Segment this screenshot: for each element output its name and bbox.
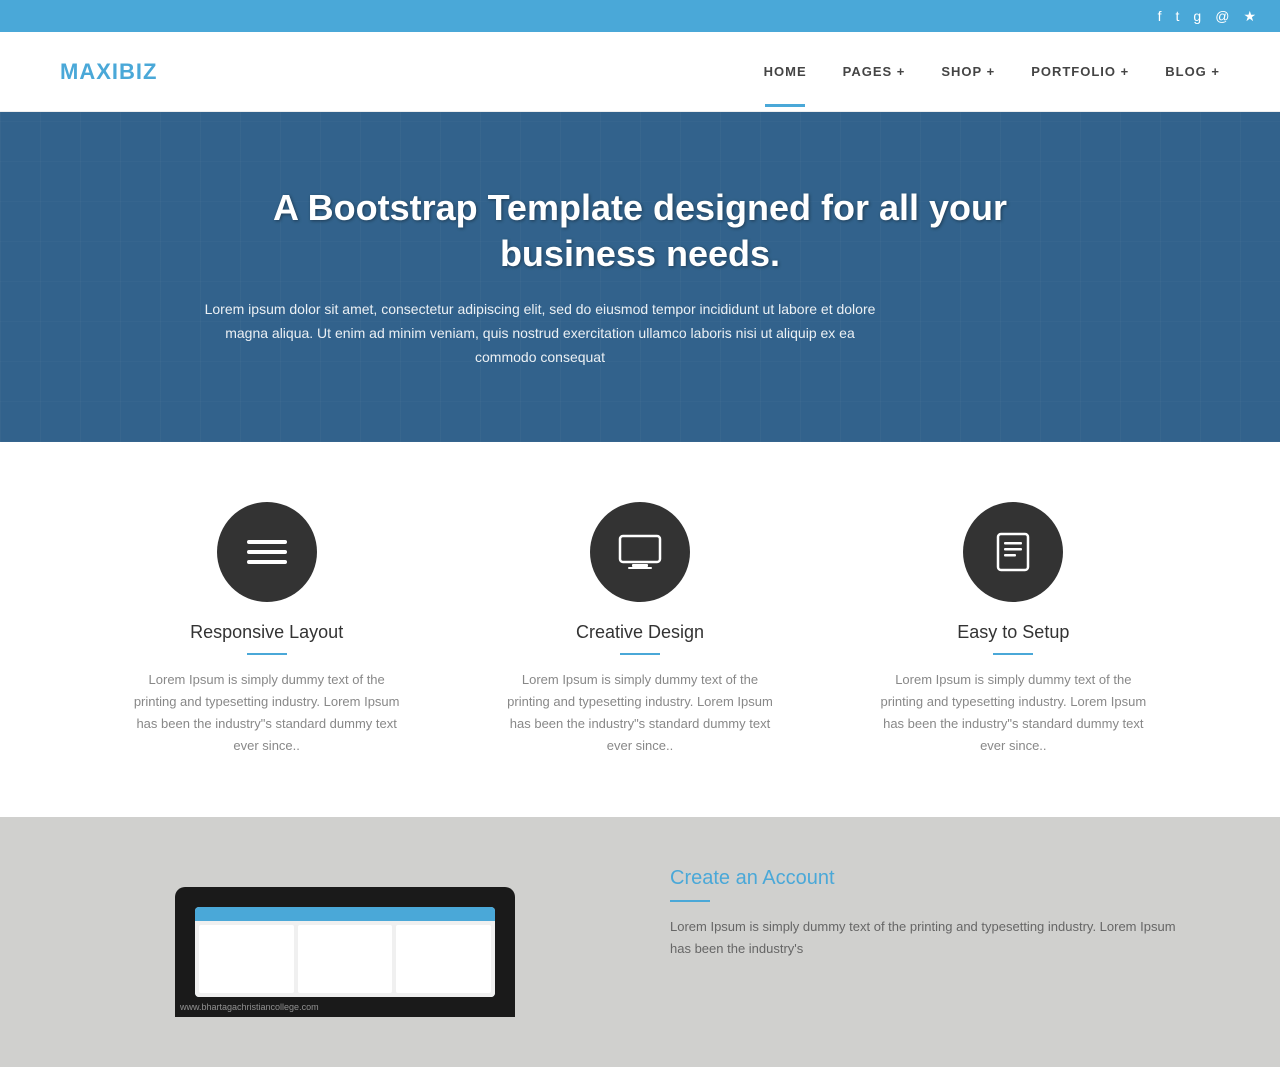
bottom-section: www.bhartagachristiancollege.com Create …: [0, 817, 1280, 1067]
navbar: MAXIBIZ HOME PAGES + SHOP + PORTFOLIO + …: [0, 32, 1280, 112]
feature-easy-title: Easy to Setup: [957, 622, 1069, 643]
dribbble-icon[interactable]: @: [1215, 8, 1229, 24]
nav-blog[interactable]: BLOG +: [1165, 64, 1220, 79]
facebook-icon[interactable]: f: [1158, 8, 1162, 24]
creative-icon: [590, 502, 690, 602]
logo-biz: BIZ: [119, 59, 157, 84]
bottom-text-content: Create an Account Lorem Ipsum is simply …: [670, 867, 1200, 960]
feature-creative-divider: [620, 653, 660, 655]
easy-icon: [963, 502, 1063, 602]
feature-responsive-divider: [247, 653, 287, 655]
hero-heading: A Bootstrap Template designed for all yo…: [200, 185, 1080, 279]
nav-portfolio[interactable]: PORTFOLIO +: [1031, 64, 1129, 79]
feature-easy-desc: Lorem Ipsum is simply dummy text of the …: [873, 669, 1153, 757]
feature-responsive: Responsive Layout Lorem Ipsum is simply …: [127, 502, 407, 757]
logo-maxi: MAXI: [60, 59, 119, 84]
feature-easy-divider: [993, 653, 1033, 655]
watermark: www.bhartagachristiancollege.com: [180, 1002, 319, 1012]
responsive-icon: [217, 502, 317, 602]
nav-links: HOME PAGES + SHOP + PORTFOLIO + BLOG +: [764, 64, 1220, 79]
top-bar: f t g @ ★: [0, 0, 1280, 32]
twitter-icon[interactable]: t: [1176, 8, 1180, 24]
feature-responsive-desc: Lorem Ipsum is simply dummy text of the …: [127, 669, 407, 757]
rss-icon[interactable]: ★: [1243, 8, 1256, 25]
device-screen: [195, 907, 495, 997]
logo[interactable]: MAXIBIZ: [60, 59, 157, 85]
nav-shop[interactable]: SHOP +: [941, 64, 995, 79]
bottom-divider: [670, 900, 710, 902]
bottom-title: Create an Account: [670, 867, 1200, 890]
hero-content: A Bootstrap Template designed for all yo…: [200, 185, 1080, 370]
nav-home[interactable]: HOME: [764, 64, 807, 79]
google-plus-icon[interactable]: g: [1193, 8, 1201, 24]
feature-creative-desc: Lorem Ipsum is simply dummy text of the …: [500, 669, 780, 757]
features-section: Responsive Layout Lorem Ipsum is simply …: [0, 442, 1280, 817]
feature-responsive-title: Responsive Layout: [190, 622, 343, 643]
feature-easy: Easy to Setup Lorem Ipsum is simply dumm…: [873, 502, 1153, 757]
hero-description: Lorem ipsum dolor sit amet, consectetur …: [200, 298, 880, 369]
device-mockup-container: www.bhartagachristiancollege.com: [80, 867, 610, 1017]
bottom-desc: Lorem Ipsum is simply dummy text of the …: [670, 916, 1200, 960]
device-mockup: www.bhartagachristiancollege.com: [175, 887, 515, 1017]
hero-section: A Bootstrap Template designed for all yo…: [0, 112, 1280, 442]
feature-creative: Creative Design Lorem Ipsum is simply du…: [500, 502, 780, 757]
feature-creative-title: Creative Design: [576, 622, 704, 643]
nav-pages[interactable]: PAGES +: [843, 64, 906, 79]
